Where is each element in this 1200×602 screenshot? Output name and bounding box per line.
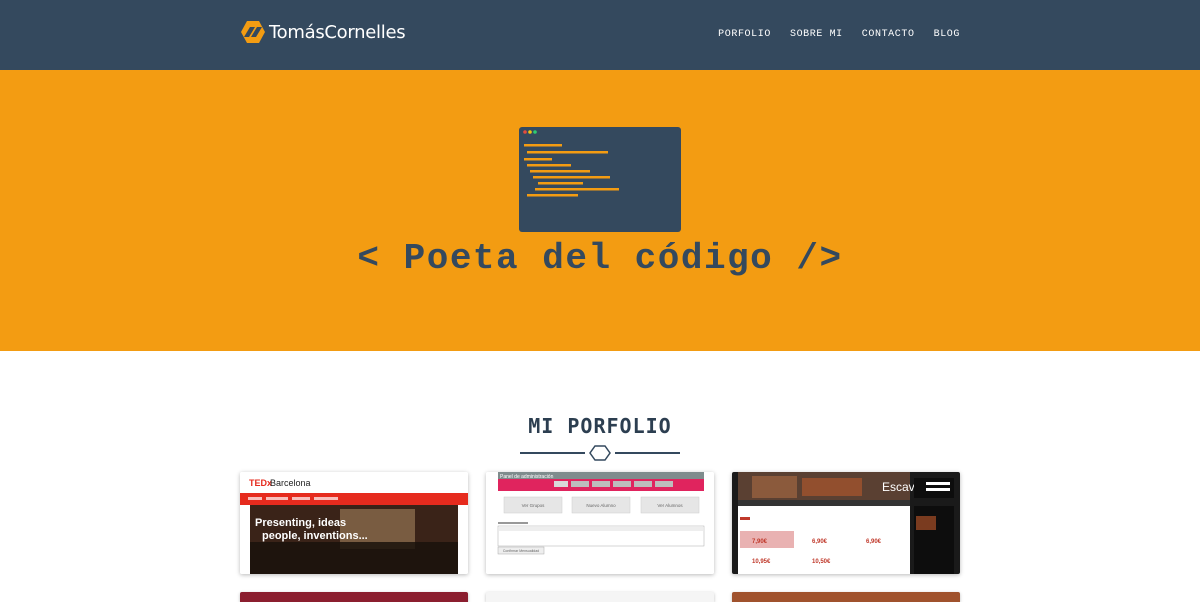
admin-footer-button: Confirmar Mensualidad [503,549,539,553]
section-divider [520,445,680,461]
admin-btn-grupos: Ver Grupos [522,503,546,508]
portfolio-item-5[interactable] [486,592,714,602]
admin-btn-nuevo: Nuevo Alumno [586,503,616,508]
code-editor-icon [519,127,681,232]
hero-title: < Poeta del código /> [357,238,843,279]
portfolio-item-admin-panel[interactable]: Panel de administración Ver Grupos Nuevo… [486,472,714,574]
portfolio-item-tedx[interactable]: TEDx Barcelona Presenting, ideas people,… [240,472,468,574]
nav-porfolio[interactable]: PORFOLIO [718,29,771,40]
portfolio-item-4[interactable] [240,592,468,602]
tedx-city: Barcelona [270,478,311,488]
tedx-headline-1: Presenting, ideas [255,517,346,529]
brand-link[interactable]: TomásCornelles [240,19,406,45]
nav-blog[interactable]: BLOG [934,29,960,40]
hexagon-slash-logo-icon [241,21,265,43]
portfolio-item-6[interactable] [732,592,960,602]
nav-sobre-mi[interactable]: SOBRE MI [790,29,843,40]
escavia-price-3: 10,95€ [752,559,771,565]
escavia-price-5: 6,90€ [866,539,882,545]
escavia-price-1: 7,90€ [752,539,768,545]
tedx-headline-2: people, inventions... [262,530,368,542]
hero: < Poeta del código /> [0,70,1200,351]
brand-name: TomásCornelles [269,21,406,43]
portfolio-item-escavia[interactable]: Escavia 7,90€ 6,90€ 6,90€ 10,95€ 10,50€ [732,472,960,574]
admin-btn-alumnos: Ver Alumnos [657,503,683,508]
hexagon-icon [589,445,611,461]
tedx-brand: TEDx [249,478,272,488]
navbar: TomásCornelles PORFOLIO SOBRE MI CONTACT… [0,0,1200,70]
nav-contacto[interactable]: CONTACTO [862,29,915,40]
main-menu: PORFOLIO SOBRE MI CONTACTO BLOG [718,29,960,40]
escavia-price-2: 6,90€ [812,539,828,545]
escavia-price-4: 10,50€ [812,559,831,565]
portfolio-title: MI PORFOLIO [528,414,672,438]
